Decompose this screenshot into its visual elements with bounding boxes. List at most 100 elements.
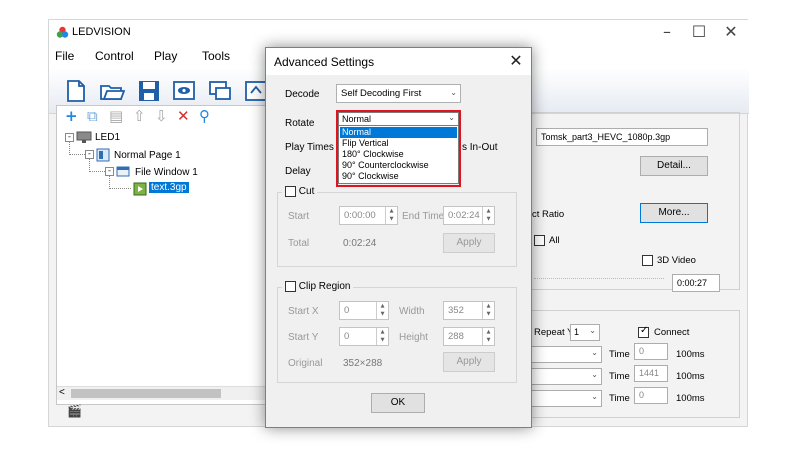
spin-arrows-icon[interactable]: ▲ ▼ xyxy=(376,302,388,319)
original-value: 352×288 xyxy=(343,358,383,369)
cut-start-field[interactable]: 0:00:00 ▲ ▼ xyxy=(339,206,398,225)
ok-button[interactable]: OK xyxy=(371,393,425,413)
properties-panel: Tomsk_part3_HEVC_1080p.3gp Detail... ct … xyxy=(528,112,744,420)
move-up-icon[interactable]: ⇧ xyxy=(133,107,146,125)
time-field-1[interactable]: 0 xyxy=(634,343,668,360)
dialog-title-bar: Advanced Settings ✕ xyxy=(266,48,531,75)
clapper-icon: 🎬 xyxy=(67,404,82,418)
copy-icon[interactable]: ⧉ xyxy=(87,107,98,125)
clip-region-group-title: Clip Region xyxy=(282,281,354,293)
add-icon[interactable]: + xyxy=(65,107,78,125)
connect-checkbox[interactable]: ✓ xyxy=(638,325,649,338)
in-out-label: s In-Out xyxy=(462,142,498,153)
3d-video-checkbox[interactable] xyxy=(642,255,653,266)
effect-select-2[interactable]: ⌄ xyxy=(530,368,602,385)
start-y-field[interactable]: 0 ▲ ▼ xyxy=(339,327,389,346)
tree-expander[interactable]: - xyxy=(85,150,94,159)
clip-region-label: Clip Region xyxy=(298,281,351,292)
scroll-left-arrow[interactable]: < xyxy=(59,387,65,398)
spin-arrows-icon[interactable]: ▲ ▼ xyxy=(376,328,388,345)
cut-label: Cut xyxy=(298,186,315,197)
spin-arrows-icon[interactable]: ▲ ▼ xyxy=(482,328,494,345)
move-down-icon[interactable]: ⇩ xyxy=(155,107,168,125)
tree-item-file-window[interactable]: File Window 1 xyxy=(135,167,198,178)
new-file-icon[interactable] xyxy=(63,78,89,104)
repeat-y-select[interactable]: 1 ⌄ xyxy=(570,324,600,341)
save-icon[interactable] xyxy=(136,78,162,104)
connect-label: Connect xyxy=(654,327,690,338)
display-icon xyxy=(76,131,92,143)
delay-label: Delay xyxy=(285,166,311,177)
menu-play[interactable]: Play xyxy=(154,49,177,63)
repeat-y-label: Repeat Y xyxy=(534,327,574,338)
menu-control[interactable]: Control xyxy=(95,49,134,63)
decode-select[interactable]: Self Decoding First ⌄ xyxy=(336,84,461,103)
cut-end-field[interactable]: 0:02:24 ▲ ▼ xyxy=(443,206,495,225)
width-label: Width xyxy=(399,306,425,317)
time-label-2: Time xyxy=(609,371,630,382)
file-name-field[interactable]: Tomsk_part3_HEVC_1080p.3gp xyxy=(536,128,708,146)
send-icon[interactable] xyxy=(207,78,233,104)
more-button[interactable]: More... xyxy=(640,203,708,223)
original-label: Original xyxy=(288,358,323,369)
time-field-3[interactable]: 0 xyxy=(634,387,668,404)
unit-label-3: 100ms xyxy=(676,393,705,404)
tree-expander[interactable]: - xyxy=(65,133,74,142)
delete-icon[interactable]: ✕ xyxy=(177,107,190,125)
minimize-icon[interactable]: – xyxy=(655,22,679,42)
detail-button[interactable]: Detail... xyxy=(640,156,708,176)
cut-checkbox[interactable] xyxy=(285,186,296,197)
duration-field[interactable]: 0:00:27 xyxy=(672,274,720,292)
dialog-title: Advanced Settings xyxy=(274,55,375,69)
unit-label-1: 100ms xyxy=(676,349,705,360)
horizontal-scrollbar[interactable]: < xyxy=(57,386,267,400)
paste-icon[interactable]: ▤ xyxy=(109,107,123,125)
all-checkbox[interactable] xyxy=(534,235,545,246)
aspect-ratio-label: ct Ratio xyxy=(532,209,565,220)
tree-item-led1[interactable]: LED1 xyxy=(95,132,120,143)
all-label: All xyxy=(549,235,560,246)
play-times-label: Play Times xyxy=(285,142,334,153)
3d-video-label: 3D Video xyxy=(657,255,696,266)
time-label-1: Time xyxy=(609,349,630,360)
maximize-icon[interactable]: ☐ xyxy=(687,22,711,42)
spin-arrows-icon[interactable]: ▲ ▼ xyxy=(385,207,397,224)
start-x-label: Start X xyxy=(288,306,319,317)
window-icon xyxy=(116,166,130,177)
cut-apply-button[interactable]: Apply xyxy=(443,233,495,253)
spin-arrows-icon[interactable]: ▲ ▼ xyxy=(482,207,494,224)
menu-file[interactable]: File xyxy=(55,49,74,63)
title-bar: LEDVISION – ☐ ✕ xyxy=(49,20,749,46)
height-field[interactable]: 288 ▲ ▼ xyxy=(443,327,495,346)
rotate-label: Rotate xyxy=(285,118,315,129)
menu-tools[interactable]: Tools xyxy=(202,49,230,63)
effect-select-3[interactable]: ⌄ xyxy=(530,390,602,407)
tree-item-text-3gp[interactable]: text.3gp xyxy=(149,182,189,193)
progress-track[interactable] xyxy=(534,278,664,279)
start-x-field[interactable]: 0 ▲ ▼ xyxy=(339,301,389,320)
tree-toolbar: + ⧉ ▤ ⇧ ⇩ ✕ ⚲ xyxy=(57,106,267,128)
height-label: Height xyxy=(399,332,428,343)
app-title: LEDVISION xyxy=(72,26,131,38)
clip-apply-button[interactable]: Apply xyxy=(443,352,495,372)
clip-region-checkbox[interactable] xyxy=(285,281,296,292)
preview-icon[interactable] xyxy=(171,78,197,104)
close-icon[interactable]: ✕ xyxy=(719,22,743,42)
tree-expander[interactable]: - xyxy=(105,167,114,176)
app-logo-icon xyxy=(56,26,69,38)
open-folder-icon[interactable] xyxy=(99,78,125,104)
cut-total-label: Total xyxy=(288,238,310,249)
time-label-3: Time xyxy=(609,393,630,404)
tree-item-normal-page[interactable]: Normal Page 1 xyxy=(114,150,181,161)
cut-end-label: End Time xyxy=(402,211,445,222)
dialog-close-icon[interactable]: ✕ xyxy=(506,51,526,71)
width-field[interactable]: 352 ▲ ▼ xyxy=(443,301,495,320)
scrollbar-thumb[interactable] xyxy=(71,389,221,398)
cut-start-label: Start xyxy=(288,211,310,222)
cut-group xyxy=(277,192,517,267)
effect-select-1[interactable]: ⌄ xyxy=(530,346,602,363)
start-y-label: Start Y xyxy=(288,332,319,343)
time-field-2[interactable]: 1441 xyxy=(634,365,668,382)
spin-arrows-icon[interactable]: ▲ ▼ xyxy=(482,302,494,319)
search-icon[interactable]: ⚲ xyxy=(199,107,210,125)
